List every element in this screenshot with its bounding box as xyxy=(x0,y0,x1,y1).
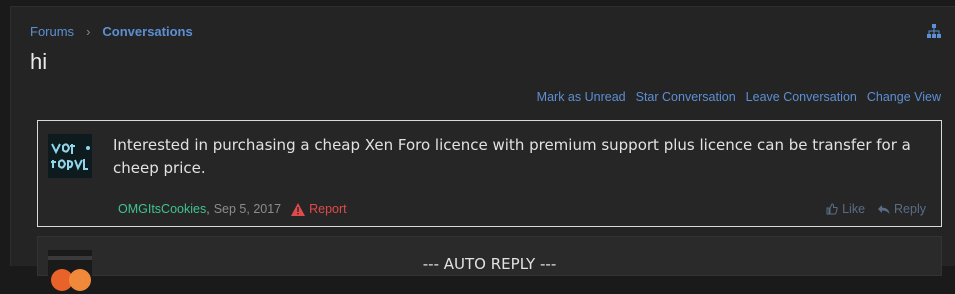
thumbs-up-icon xyxy=(826,203,838,215)
message-body: Interested in purchasing a cheap Xen For… xyxy=(113,136,911,177)
message-actions: Like Reply xyxy=(826,202,926,216)
breadcrumb: Forums › Conversations xyxy=(30,24,193,39)
breadcrumb-conversations[interactable]: Conversations xyxy=(102,24,192,39)
reply-icon xyxy=(878,204,890,214)
reply-button[interactable]: Reply xyxy=(877,202,926,216)
conversation-actions: Mark as Unread Star Conversation Leave C… xyxy=(537,90,941,104)
page-title: hi xyxy=(30,49,48,74)
breadcrumb-forums[interactable]: Forums xyxy=(30,24,74,39)
message: Interested in purchasing a cheap Xen For… xyxy=(37,120,942,227)
warning-icon xyxy=(291,202,306,216)
report-button[interactable]: Report xyxy=(291,202,347,216)
like-button[interactable]: Like xyxy=(826,202,865,216)
leave-conversation-link[interactable]: Leave Conversation xyxy=(746,90,857,104)
message-body: --- AUTO REPLY --- xyxy=(422,255,557,273)
change-view-link[interactable]: Change View xyxy=(867,90,941,104)
like-label: Like xyxy=(842,202,866,216)
report-label: Report xyxy=(309,202,347,216)
meta-separator: , xyxy=(206,202,210,216)
message-date[interactable]: Sep 5, 2017 xyxy=(214,202,281,216)
star-conversation-link[interactable]: Star Conversation xyxy=(636,90,736,104)
author-link[interactable]: OMGItsCookies xyxy=(118,202,206,216)
avatar[interactable] xyxy=(48,134,92,178)
message: --- AUTO REPLY --- xyxy=(37,236,942,294)
sitemap-icon[interactable] xyxy=(927,24,941,43)
chevron-right-icon: › xyxy=(86,24,91,39)
message-meta: OMGItsCookies , Sep 5, 2017 Report xyxy=(118,202,347,216)
conversation-page: Forums › Conversations hi Mark as Unread… xyxy=(10,6,955,294)
reply-label: Reply xyxy=(894,202,926,216)
mark-unread-link[interactable]: Mark as Unread xyxy=(537,90,626,104)
